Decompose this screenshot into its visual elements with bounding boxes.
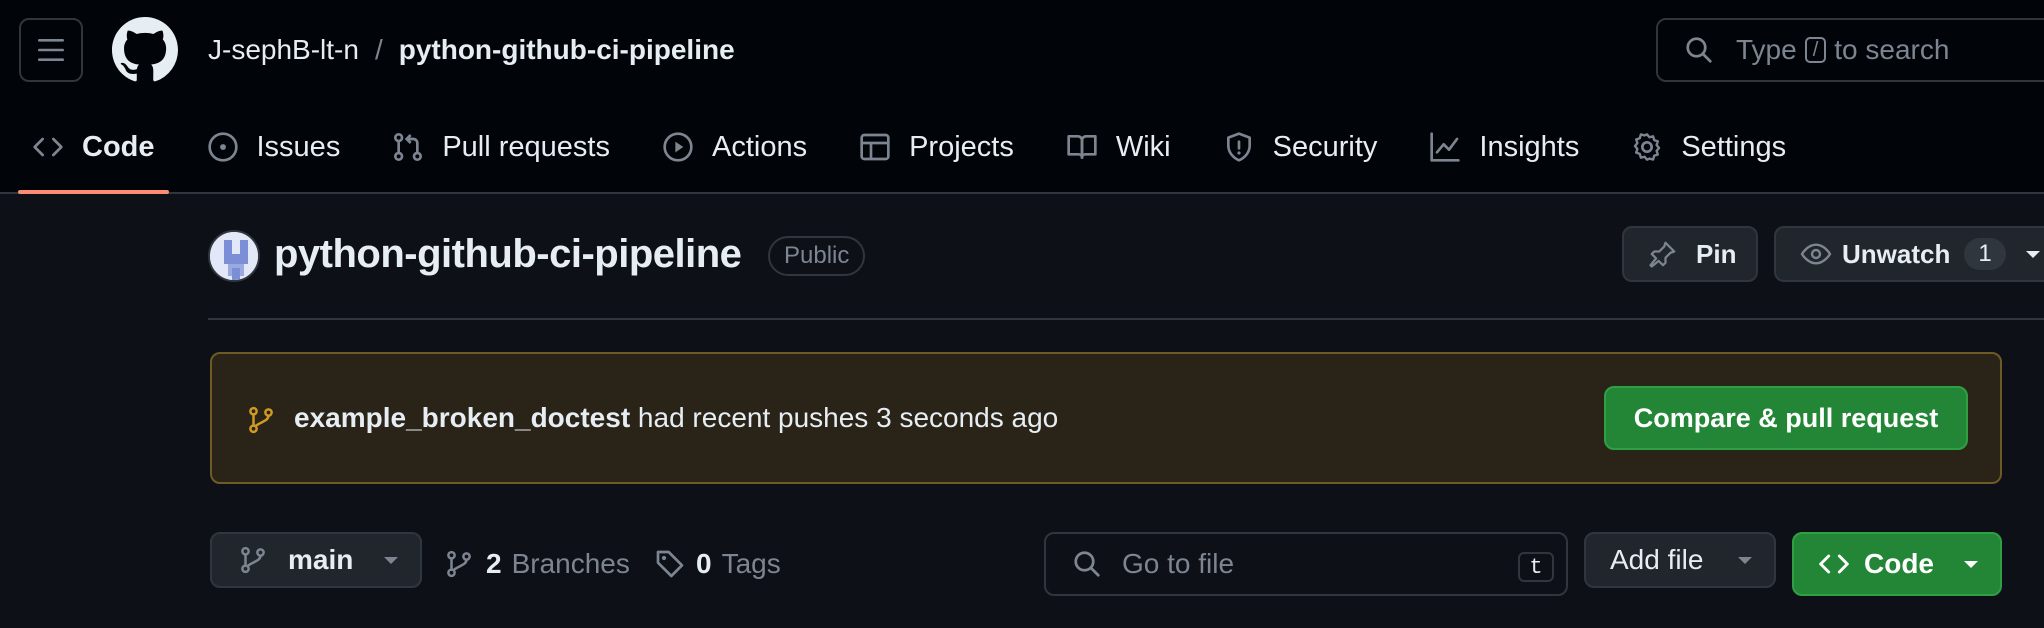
tab-insights-label: Insights xyxy=(1479,130,1580,163)
repo-title[interactable]: python-github-ci-pipeline xyxy=(274,232,742,277)
breadcrumb-owner-link[interactable]: J-sephB-lt-n xyxy=(208,34,359,66)
breadcrumb: J-sephB-lt-n / python-github-ci-pipeline xyxy=(208,30,735,70)
tab-pull-requests-label: Pull requests xyxy=(442,130,610,163)
git-branch-icon xyxy=(249,406,273,434)
git-branch-icon xyxy=(447,550,471,578)
code-button[interactable]: Code xyxy=(1792,532,2002,596)
hamburger-icon xyxy=(38,39,64,61)
tab-projects[interactable]: Projects xyxy=(845,112,1028,182)
tab-settings[interactable]: Settings xyxy=(1617,112,1800,182)
issue-opened-icon xyxy=(207,132,238,162)
divider xyxy=(208,318,2044,320)
pin-button[interactable]: Pin xyxy=(1622,226,1758,282)
code-icon xyxy=(1819,554,1849,574)
tab-projects-label: Projects xyxy=(909,130,1014,163)
branches-count: 2 xyxy=(486,548,502,579)
go-to-file-placeholder: Go to file xyxy=(1122,548,1235,579)
add-file-button[interactable]: Add file xyxy=(1584,532,1776,588)
chevron-down-icon xyxy=(1738,557,1752,564)
tab-code[interactable]: Code xyxy=(18,112,169,194)
tag-icon xyxy=(656,550,684,578)
tab-actions-label: Actions xyxy=(711,130,808,163)
tab-wiki[interactable]: Wiki xyxy=(1052,112,1185,182)
tab-issues-label: Issues xyxy=(256,130,341,163)
book-icon xyxy=(1067,135,1097,159)
repo-nav-tabs: Code Issues Pull requests Actions Projec… xyxy=(18,112,1824,194)
compare-pull-request-button[interactable]: Compare & pull request xyxy=(1604,386,1968,450)
tab-pull-requests[interactable]: Pull requests xyxy=(378,112,624,182)
github-logo-icon[interactable] xyxy=(112,17,178,83)
chevron-down-icon xyxy=(384,557,398,564)
tab-settings-label: Settings xyxy=(1681,130,1787,163)
tab-code-label: Code xyxy=(82,130,155,163)
tab-security-label: Security xyxy=(1272,130,1378,163)
visibility-badge: Public xyxy=(768,236,866,276)
recent-push-banner: example_broken_doctest had recent pushes… xyxy=(210,352,2002,484)
code-button-label: Code xyxy=(1864,548,1934,579)
branches-link[interactable]: 2 Branches xyxy=(444,546,630,582)
tags-count: 0 xyxy=(696,548,712,579)
tab-actions[interactable]: Actions xyxy=(648,112,821,182)
code-icon xyxy=(33,137,63,157)
tab-issues[interactable]: Issues xyxy=(193,112,355,182)
search-icon xyxy=(1074,551,1100,577)
global-search-input[interactable]: Type / to search xyxy=(1656,18,2044,82)
tab-wiki-label: Wiki xyxy=(1115,130,1171,163)
go-to-file-shortcut-key: t xyxy=(1518,552,1554,582)
unwatch-label: Unwatch xyxy=(1842,238,1951,269)
shield-icon xyxy=(1226,132,1251,162)
pin-label: Pin xyxy=(1696,238,1737,269)
menu-button[interactable] xyxy=(19,18,83,82)
tags-link[interactable]: 0 Tags xyxy=(654,546,781,582)
owner-avatar[interactable] xyxy=(208,230,260,282)
search-placeholder-before: Type xyxy=(1736,34,1797,65)
chevron-down-icon[interactable] xyxy=(2024,248,2042,260)
recent-push-message: example_broken_doctest had recent pushes… xyxy=(294,402,1058,434)
recent-push-branch-link[interactable]: example_broken_doctest xyxy=(294,402,630,433)
git-pull-request-icon xyxy=(394,133,423,161)
unwatch-button[interactable]: Unwatch 1 xyxy=(1774,226,2044,282)
table-icon xyxy=(860,133,890,161)
global-header: J-sephB-lt-n / python-github-ci-pipeline… xyxy=(0,0,2044,194)
search-placeholder-after: to search xyxy=(1834,34,1950,65)
breadcrumb-separator: / xyxy=(374,34,383,65)
tab-security[interactable]: Security xyxy=(1209,112,1392,182)
branches-label: Branches xyxy=(511,548,630,579)
breadcrumb-repo-link[interactable]: python-github-ci-pipeline xyxy=(399,34,735,66)
chevron-down-icon xyxy=(1964,561,1978,568)
search-shortcut-key: / xyxy=(1804,37,1827,63)
graph-icon xyxy=(1430,132,1461,162)
eye-icon xyxy=(1800,243,1832,265)
play-icon xyxy=(663,132,693,162)
tags-label: Tags xyxy=(721,548,781,579)
branch-name: main xyxy=(288,544,354,575)
watch-count-badge: 1 xyxy=(1964,238,2006,270)
tab-insights[interactable]: Insights xyxy=(1415,112,1593,182)
go-to-file-input[interactable]: Go to file t xyxy=(1044,532,1568,596)
pin-icon xyxy=(1649,241,1676,268)
identicon-icon xyxy=(210,232,258,280)
git-branch-icon xyxy=(241,546,265,574)
branch-select-button[interactable]: main xyxy=(210,532,422,588)
search-icon xyxy=(1686,37,1712,63)
recent-push-text: had recent pushes 3 seconds ago xyxy=(637,402,1059,433)
add-file-label: Add file xyxy=(1610,544,1704,575)
gear-icon xyxy=(1634,133,1661,161)
